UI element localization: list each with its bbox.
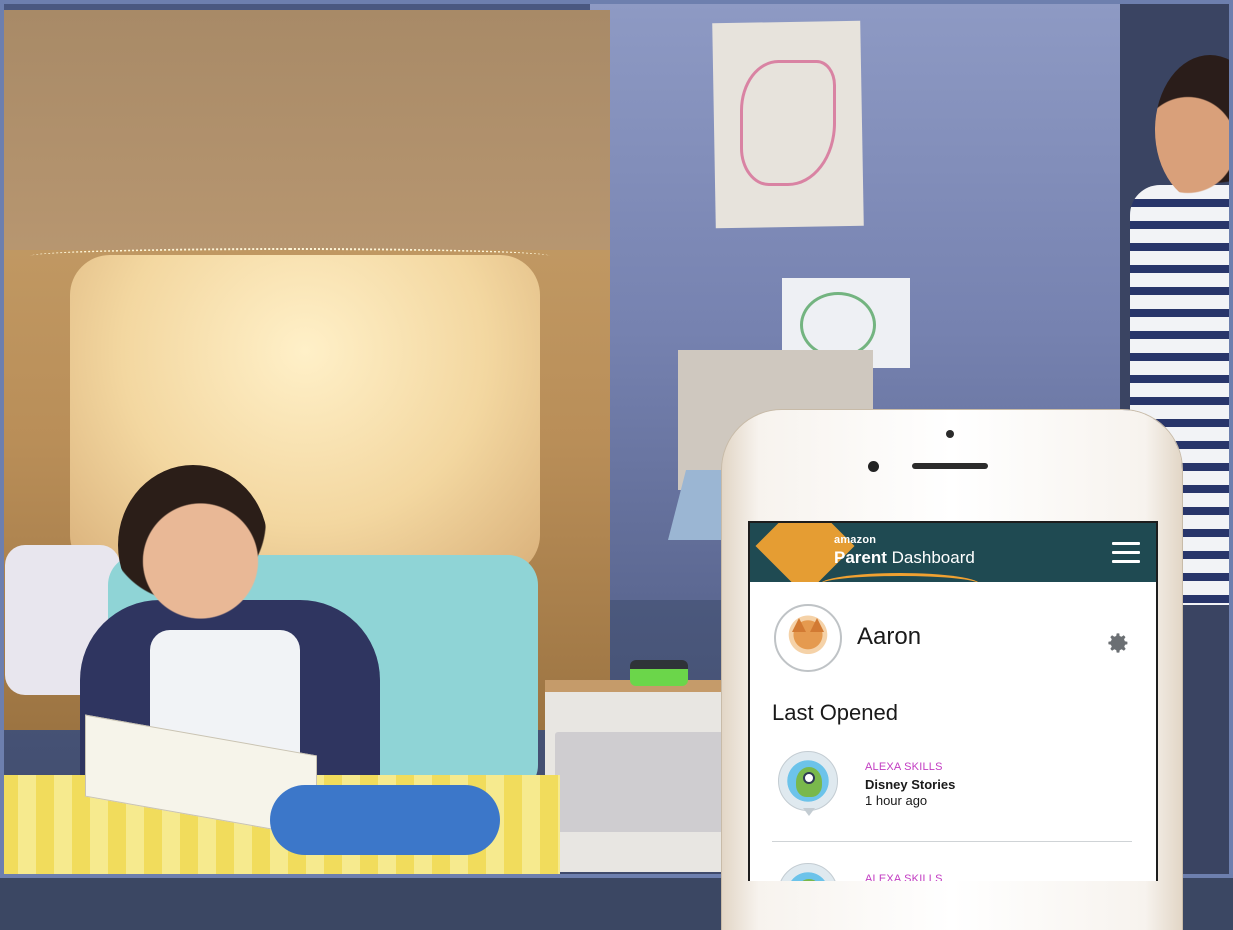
- stuffed-toy: [270, 785, 500, 855]
- kitten-ear: [810, 618, 824, 632]
- app-title: Parent Dashboard: [834, 548, 975, 568]
- list-divider: [772, 841, 1132, 842]
- hamburger-menu-icon[interactable]: [1112, 542, 1140, 564]
- brand-amazon: amazon: [834, 534, 877, 546]
- phone-sensor: [946, 430, 954, 438]
- phone-camera: [868, 461, 879, 472]
- item-category: ALEXA SKILLS: [865, 761, 943, 773]
- kitten-ear: [792, 618, 806, 632]
- nightstand-drawer: [555, 732, 725, 832]
- list-item[interactable]: ALEXA SKILLS Disney Stories 1 hour ago: [772, 745, 1132, 825]
- phone-speaker: [912, 463, 988, 469]
- item-category: ALEXA SKILLS: [865, 873, 943, 881]
- app-title-rest: Dashboard: [886, 548, 975, 567]
- menu-bar: [1112, 551, 1140, 554]
- profile-avatar[interactable]: [774, 604, 842, 672]
- character: [796, 879, 822, 881]
- speech-tip: [803, 808, 815, 816]
- profile-name[interactable]: Aaron: [857, 623, 921, 651]
- drawing-scribble: [800, 292, 876, 358]
- child-head: [118, 465, 268, 625]
- character-eye: [803, 772, 815, 784]
- disney-stories-icon: [778, 751, 838, 816]
- section-title: Last Opened: [772, 700, 898, 725]
- menu-bar: [1112, 560, 1140, 563]
- kite-tail: [820, 573, 980, 582]
- item-title: Disney Stories: [865, 777, 956, 792]
- app-screen: amazon Parent Dashboard Aaron Last Opene…: [748, 521, 1158, 881]
- list-item[interactable]: ALEXA SKILLS: [772, 857, 1132, 881]
- alexa-skill-icon: [778, 863, 838, 881]
- app-title-strong: Parent: [834, 548, 887, 567]
- string-lights: [30, 248, 550, 264]
- drawing-scribble: [740, 60, 836, 186]
- item-time: 1 hour ago: [865, 793, 928, 808]
- menu-bar: [1112, 542, 1140, 545]
- echo-dot-speaker: [630, 660, 688, 686]
- bunk-bed-top: [0, 10, 610, 250]
- gear-icon[interactable]: [1106, 631, 1130, 655]
- app-header: amazon Parent Dashboard: [750, 523, 1156, 582]
